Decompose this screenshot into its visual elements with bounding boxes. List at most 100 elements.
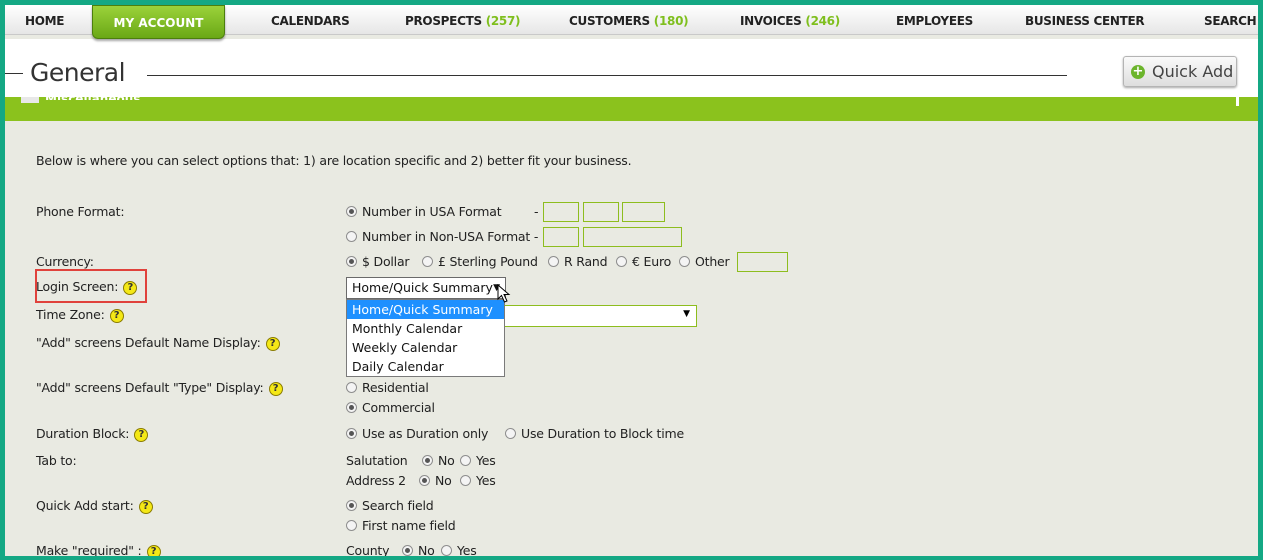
nav-invoices-label: INVOICES — [740, 14, 802, 28]
currency-euro-label: € Euro — [632, 254, 672, 269]
nav-my-account-label: MY ACCOUNT — [113, 16, 204, 30]
help-icon[interactable]: ? — [138, 500, 153, 514]
login-screen-select[interactable]: Home/Quick Summary ▼ — [346, 277, 506, 299]
login-option-monthly[interactable]: Monthly Calendar — [347, 319, 504, 338]
phone-format-label: Phone Format: — [36, 204, 125, 219]
nav-employees[interactable]: EMPLOYEES — [896, 5, 973, 35]
nav-invoices[interactable]: INVOICES (246) — [740, 5, 840, 35]
collapse-icon — [1236, 97, 1239, 106]
currency-pound-radio[interactable] — [422, 256, 433, 267]
phone-usa-dash: - — [534, 204, 539, 219]
currency-euro-radio[interactable] — [616, 256, 627, 267]
currency-other-radio[interactable] — [679, 256, 690, 267]
address2-no-option[interactable]: No — [419, 473, 452, 488]
currency-other-label: Other — [695, 254, 730, 269]
login-option-daily[interactable]: Daily Calendar — [347, 357, 504, 376]
quick-add-first-name-option[interactable]: First name field — [346, 518, 456, 533]
app-window: HOME CALENDARS PROSPECTS (257) CUSTOMERS… — [5, 5, 1258, 556]
address2-yes-option[interactable]: Yes — [460, 473, 496, 488]
login-screen-label-row: Login Screen:? — [36, 279, 138, 295]
phone-usa-label: Number in USA Format — [362, 204, 502, 219]
phone-number-input[interactable] — [583, 227, 682, 247]
nav-business-center[interactable]: BUSINESS CENTER — [1025, 5, 1145, 35]
type-commercial-option[interactable]: Commercial — [346, 400, 435, 415]
section-toggle-icon — [21, 97, 39, 103]
salutation-no-option[interactable]: No — [422, 453, 455, 468]
address2-label: Address 2 — [346, 473, 406, 488]
address2-no-radio[interactable] — [419, 475, 430, 486]
currency-dollar-option[interactable]: $ Dollar — [346, 254, 410, 269]
currency-pound-option[interactable]: £ Sterling Pound — [422, 254, 538, 269]
quick-add-button[interactable]: + Quick Add — [1123, 56, 1237, 87]
salutation-yes-option[interactable]: Yes — [460, 453, 496, 468]
currency-pound-label: £ Sterling Pound — [438, 254, 538, 269]
login-option-weekly[interactable]: Weekly Calendar — [347, 338, 504, 357]
mouse-pointer-icon — [497, 284, 511, 303]
salutation-yes-radio[interactable] — [460, 455, 471, 466]
make-required-label: Make "required" : — [36, 543, 142, 556]
duration-only-option[interactable]: Use as Duration only — [346, 426, 488, 441]
help-icon[interactable]: ? — [146, 545, 161, 556]
duration-only-label: Use as Duration only — [362, 426, 489, 441]
county-no-label: No — [418, 543, 435, 556]
type-display-label: "Add" screens Default "Type" Display: — [36, 380, 264, 395]
nav-prospects[interactable]: PROSPECTS (257) — [405, 5, 521, 35]
currency-euro-option[interactable]: € Euro — [616, 254, 671, 269]
address2-no-label: No — [435, 473, 452, 488]
county-no-option[interactable]: No — [402, 543, 435, 556]
page-header: General + Quick Add — [5, 39, 1258, 97]
type-residential-option[interactable]: Residential — [346, 380, 429, 395]
currency-rand-option[interactable]: R Rand — [548, 254, 608, 269]
login-screen-dropdown: Home/Quick Summary Monthly Calendar Week… — [346, 299, 505, 377]
nav-search[interactable]: SEARCH — [1204, 5, 1257, 35]
name-display-label-row: "Add" screens Default Name Display:? — [36, 335, 280, 351]
nav-employees-label: EMPLOYEES — [896, 14, 973, 28]
county-yes-label: Yes — [457, 543, 477, 556]
quick-add-search-option[interactable]: Search field — [346, 498, 434, 513]
duration-block-option[interactable]: Use Duration to Block time — [505, 426, 684, 441]
nav-home[interactable]: HOME — [25, 5, 64, 35]
type-commercial-radio[interactable] — [346, 402, 357, 413]
time-zone-select[interactable]: ▼ — [500, 305, 697, 327]
phone-usa-radio[interactable] — [346, 206, 357, 217]
help-icon[interactable]: ? — [109, 309, 124, 323]
nav-customers-count: (180) — [653, 14, 689, 28]
quick-add-search-label: Search field — [362, 498, 434, 513]
login-option-home[interactable]: Home/Quick Summary — [347, 300, 504, 319]
phone-country-input[interactable] — [543, 227, 579, 247]
salutation-no-radio[interactable] — [422, 455, 433, 466]
nav-my-account[interactable]: MY ACCOUNT — [92, 5, 225, 39]
phone-non-usa-option[interactable]: Number in Non-USA Format - — [346, 229, 538, 244]
phone-non-usa-radio[interactable] — [346, 231, 357, 242]
phone-area-input[interactable] — [543, 202, 579, 222]
duration-only-radio[interactable] — [346, 428, 357, 439]
section-bar-miscellaneous[interactable]: Miscellaneous — [5, 92, 1258, 121]
quick-add-search-radio[interactable] — [346, 500, 357, 511]
nav-customers[interactable]: CUSTOMERS (180) — [569, 5, 689, 35]
currency-rand-radio[interactable] — [548, 256, 559, 267]
salutation-label: Salutation — [346, 453, 408, 468]
phone-usa-option[interactable]: Number in USA Format — [346, 204, 502, 219]
quick-add-first-name-radio[interactable] — [346, 520, 357, 531]
nav-calendars[interactable]: CALENDARS — [271, 5, 350, 35]
tab-to-label: Tab to: — [36, 453, 77, 468]
type-residential-label: Residential — [362, 380, 429, 395]
currency-dollar-radio[interactable] — [346, 256, 357, 267]
county-no-radio[interactable] — [402, 545, 413, 556]
currency-other-input[interactable] — [737, 252, 788, 272]
help-icon[interactable]: ? — [265, 337, 280, 351]
address2-yes-radio[interactable] — [460, 475, 471, 486]
quick-add-first-name-label: First name field — [362, 518, 456, 533]
help-icon[interactable]: ? — [123, 281, 138, 295]
phone-prefix-input[interactable] — [583, 202, 619, 222]
help-icon[interactable]: ? — [268, 382, 283, 396]
currency-dollar-label: $ Dollar — [362, 254, 410, 269]
duration-block-radio[interactable] — [505, 428, 516, 439]
chevron-down-icon: ▼ — [683, 309, 690, 319]
currency-other-option[interactable]: Other — [679, 254, 730, 269]
phone-line-input[interactable] — [622, 202, 665, 222]
county-yes-radio[interactable] — [441, 545, 452, 556]
county-yes-option[interactable]: Yes — [441, 543, 477, 556]
type-residential-radio[interactable] — [346, 382, 357, 393]
help-icon[interactable]: ? — [134, 428, 149, 442]
